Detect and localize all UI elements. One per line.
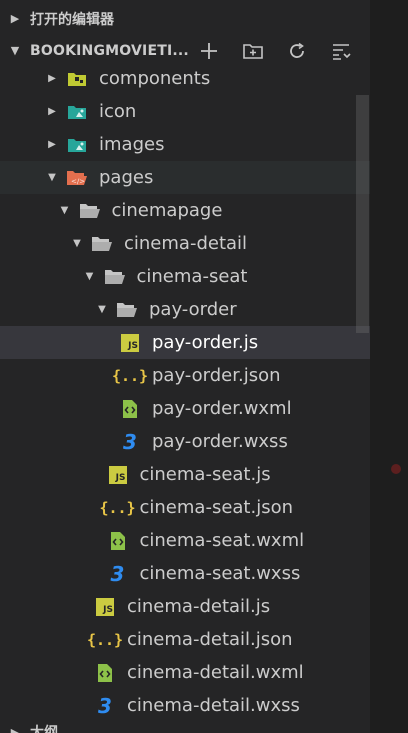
chevron-down-icon: ▼ <box>10 44 20 57</box>
folder-open-icon <box>104 266 126 288</box>
tree-file-row[interactable]: JS cinema-seat.js <box>0 458 370 491</box>
tree-file-row[interactable]: JS cinema-detail.js <box>0 590 370 623</box>
js-file-icon: JS <box>107 464 129 486</box>
chevron-down-icon[interactable]: ▼ <box>95 304 109 315</box>
scrollbar-thumb[interactable] <box>356 95 369 333</box>
components-folder-icon <box>66 68 88 90</box>
tree-item-label: pay-order.wxss <box>152 431 288 452</box>
tree-item-label: cinema-detail.wxss <box>127 695 300 716</box>
chevron-down-icon[interactable]: ▼ <box>45 172 59 183</box>
new-folder-icon[interactable] <box>232 36 274 66</box>
refresh-icon[interactable] <box>276 36 318 66</box>
js-file-icon: JS <box>94 596 116 618</box>
tree-file-row[interactable]: 3 cinema-seat.wxss <box>0 557 370 590</box>
tree-folder-row[interactable]: ▼ </> pages <box>0 161 370 194</box>
wxml-file-icon <box>119 398 141 420</box>
collapse-all-icon[interactable] <box>320 36 362 66</box>
tree-folder-row[interactable]: ▶ icon <box>0 95 370 128</box>
outline-header[interactable]: ▶ 大纲 <box>0 720 370 733</box>
tree-item-label: components <box>99 68 211 89</box>
tree-item-label: cinema-seat.json <box>139 497 294 518</box>
tree-item-label: cinema-detail.json <box>127 629 293 650</box>
tree-item-label: cinema-seat <box>136 266 248 287</box>
image-folder-icon <box>66 134 88 156</box>
tree-item-label: cinema-seat.wxml <box>139 530 305 551</box>
tree-item-label: cinema-detail.js <box>127 596 271 617</box>
wxss-file-icon: 3 <box>98 693 112 718</box>
wxml-file-icon <box>107 530 129 552</box>
json-file-icon: {..} <box>99 498 136 517</box>
chevron-right-icon[interactable]: ▶ <box>45 106 59 117</box>
tree-file-row[interactable]: pay-order.wxml <box>0 392 370 425</box>
image-folder-icon <box>66 101 88 123</box>
breakpoint-dot <box>391 464 401 474</box>
chevron-right-icon[interactable]: ▶ <box>45 73 59 84</box>
tree-item-label: pay-order.json <box>152 365 281 386</box>
chevron-right-icon: ▶ <box>10 725 20 733</box>
wxss-file-icon: 3 <box>123 429 137 454</box>
folder-open-icon <box>79 200 101 222</box>
outline-label: 大纲 <box>30 725 58 733</box>
open-editors-label: 打开的编辑器 <box>30 11 114 28</box>
tree-file-row[interactable]: 3 cinema-detail.wxss <box>0 689 370 722</box>
tree-file-row[interactable]: {..} cinema-seat.json <box>0 491 370 524</box>
tree-item-label: cinemapage <box>111 200 223 221</box>
tree-file-row[interactable]: {..} pay-order.json <box>0 359 370 392</box>
tree-item-label: cinema-seat.wxss <box>139 563 301 584</box>
folder-open-icon <box>91 233 113 255</box>
tree-folder-row[interactable]: ▶ images <box>0 128 370 161</box>
tree-item-label: cinema-detail.wxml <box>127 662 304 683</box>
folder-open-icon <box>116 299 138 321</box>
svg-text:</>: </> <box>71 177 85 185</box>
chevron-right-icon[interactable]: ▶ <box>45 139 59 150</box>
tree-item-label: cinema-seat.js <box>139 464 271 485</box>
tree-item-label: icon <box>99 101 137 122</box>
tree-file-row[interactable]: cinema-seat.wxml <box>0 524 370 557</box>
tree-folder-row[interactable]: ▶ components <box>0 62 370 95</box>
tree-item-label: pay-order <box>149 299 237 320</box>
explorer-sidebar: ▶ 打开的编辑器 ▼ BOOKINGMOVIETI... ▶ components… <box>0 0 370 733</box>
tree-item-label: pay-order.wxml <box>152 398 292 419</box>
tree-folder-row[interactable]: ▼ cinemapage <box>0 194 370 227</box>
wxml-file-icon <box>94 662 116 684</box>
tree-folder-row[interactable]: ▼ pay-order <box>0 293 370 326</box>
tree-item-label: images <box>99 134 165 155</box>
tree-folder-row[interactable]: ▼ cinema-detail <box>0 227 370 260</box>
js-file-icon: JS <box>119 332 141 354</box>
json-file-icon: {..} <box>111 366 149 385</box>
tree-item-label: pages <box>99 167 154 188</box>
open-editors-header[interactable]: ▶ 打开的编辑器 <box>0 2 370 35</box>
tree-file-row[interactable]: {..} cinema-detail.json <box>0 623 370 656</box>
chevron-down-icon[interactable]: ▼ <box>70 238 84 249</box>
tree-item-label: pay-order.js <box>152 332 259 353</box>
chevron-down-icon[interactable]: ▼ <box>83 271 97 282</box>
editor-area <box>370 0 408 733</box>
wxss-file-icon: 3 <box>110 561 125 586</box>
project-title: BOOKINGMOVIETI... <box>30 42 188 59</box>
file-tree: ▶ components ▶ icon ▶ images ▼ </> pages ▼ cinemap… <box>0 62 370 722</box>
new-file-icon[interactable] <box>188 36 230 66</box>
pages-folder-icon: </> <box>66 167 88 189</box>
chevron-right-icon: ▶ <box>10 12 20 25</box>
tree-file-row[interactable]: cinema-detail.wxml <box>0 656 370 689</box>
json-file-icon: {..} <box>86 630 124 649</box>
tree-file-row[interactable]: 3 pay-order.wxss <box>0 425 370 458</box>
explorer-actions <box>188 36 362 66</box>
tree-file-row[interactable]: JS pay-order.js <box>0 326 370 359</box>
tree-item-label: cinema-detail <box>124 233 248 254</box>
chevron-down-icon[interactable]: ▼ <box>58 205 72 216</box>
tree-folder-row[interactable]: ▼ cinema-seat <box>0 260 370 293</box>
